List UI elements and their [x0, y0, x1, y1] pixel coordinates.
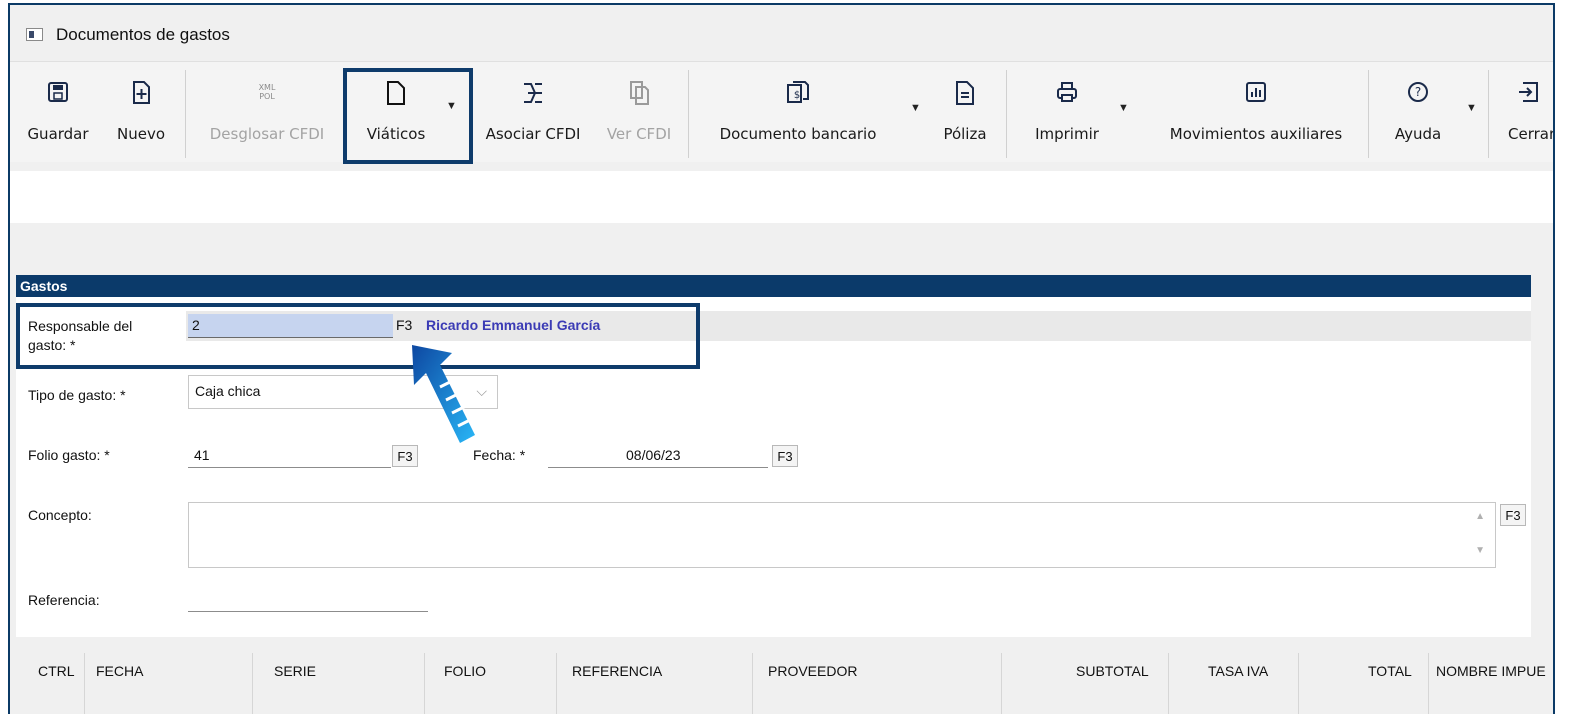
col-divider	[84, 653, 85, 714]
window-icon	[26, 28, 43, 41]
col-divider	[252, 653, 253, 714]
new-label: Nuevo	[116, 125, 165, 143]
col-folio[interactable]: FOLIO	[444, 663, 486, 679]
col-fecha[interactable]: FECHA	[96, 663, 143, 679]
ayuda-button[interactable]: ? Ayuda	[1378, 62, 1458, 162]
asociar-cfdi-button[interactable]: Asociar CFDI	[474, 62, 592, 162]
col-ctrl[interactable]: CTRL	[38, 663, 75, 679]
ver-cfdi-button[interactable]: Ver CFDI	[594, 62, 684, 162]
tipo-gasto-value: Caja chica	[195, 383, 261, 399]
svg-text:POL: POL	[259, 92, 275, 101]
save-label: Guardar	[27, 125, 89, 143]
svg-text:?: ?	[1415, 85, 1421, 99]
col-divider	[424, 653, 425, 714]
folio-gasto-label: Folio gasto: *	[28, 447, 110, 463]
ayuda-dropdown-icon[interactable]: ▼	[1466, 102, 1477, 114]
toolbar-separator	[1488, 70, 1489, 158]
folio-gasto-input[interactable]: 41	[188, 445, 391, 468]
referencia-label: Referencia:	[28, 592, 100, 608]
responsable-highlight	[16, 303, 700, 369]
table-header: CTRL FECHA SERIE FOLIO REFERENCIA PROVEE…	[16, 645, 1551, 714]
chart-icon	[1246, 82, 1266, 102]
help-icon: ?	[1408, 82, 1428, 102]
exit-icon	[1519, 82, 1538, 102]
copy-icon	[630, 81, 649, 105]
cerrar-button[interactable]: Cerrar	[1498, 62, 1555, 162]
col-divider	[1168, 653, 1169, 714]
desglosar-cfdi-label: Desglosar CFDI	[209, 125, 325, 143]
col-proveedor[interactable]: PROVEEDOR	[768, 663, 857, 679]
scroll-up-icon[interactable]: ▲	[1475, 511, 1485, 522]
fecha-value: 08/06/23	[626, 447, 681, 463]
toolbar: Guardar Nuevo XML POL Desglosar CFDI Viát…	[10, 61, 1555, 164]
policy-icon	[956, 81, 974, 105]
documento-bancario-dropdown-icon[interactable]: ▼	[910, 102, 921, 114]
gastos-form: Responsable del gasto: * 2 F3 Ricardo Em…	[16, 297, 1531, 637]
col-nombre-impuesto[interactable]: NOMBRE IMPUE	[1436, 663, 1546, 679]
toolbar-separator	[688, 70, 689, 158]
referencia-input[interactable]	[188, 589, 428, 612]
movimientos-auxiliares-button[interactable]: Movimientos auxiliares	[1145, 62, 1367, 162]
window-title: Documentos de gastos	[56, 25, 230, 44]
col-divider	[556, 653, 557, 714]
col-referencia[interactable]: REFERENCIA	[572, 663, 662, 679]
pointer-arrow-icon	[412, 345, 475, 443]
documento-bancario-button[interactable]: $ Documento bancario	[694, 62, 902, 162]
xml-pol-icon: XMLPOL	[259, 83, 276, 101]
link-icon	[524, 83, 542, 103]
bank-doc-icon: $	[787, 81, 809, 103]
imprimir-button[interactable]: Imprimir	[1022, 62, 1112, 162]
scroll-down-icon[interactable]: ▼	[1475, 545, 1485, 556]
ver-cfdi-label: Ver CFDI	[606, 125, 672, 143]
col-divider	[1298, 653, 1299, 714]
fecha-input[interactable]: 08/06/23	[548, 445, 768, 468]
printer-icon	[1057, 82, 1077, 102]
desglosar-cfdi-button[interactable]: XML POL Desglosar CFDI	[192, 62, 342, 162]
info-strip	[10, 171, 1553, 223]
imprimir-label: Imprimir	[1035, 125, 1099, 143]
col-subtotal[interactable]: SUBTOTAL	[1076, 663, 1149, 679]
poliza-button[interactable]: Póliza	[930, 62, 1000, 162]
col-serie[interactable]: SERIE	[274, 663, 316, 679]
viaticos-highlight	[343, 68, 473, 164]
title-bar: Documentos de gastos	[10, 5, 1553, 61]
folio-gasto-value: 41	[194, 447, 210, 463]
ayuda-label: Ayuda	[1394, 125, 1442, 143]
imprimir-dropdown-icon[interactable]: ▼	[1118, 102, 1129, 114]
concepto-textarea[interactable]: ▲ ▼	[188, 502, 1496, 568]
col-divider	[1428, 653, 1429, 714]
new-doc-icon	[133, 81, 150, 104]
asociar-cfdi-label: Asociar CFDI	[485, 125, 581, 143]
toolbar-separator	[1006, 70, 1007, 158]
toolbar-separator	[185, 70, 186, 158]
window: Documentos de gastos Guardar Nuevo XML PO…	[8, 3, 1555, 714]
toolbar-separator	[1368, 70, 1369, 158]
concepto-label: Concepto:	[28, 507, 92, 523]
col-tasa-iva[interactable]: TASA IVA	[1208, 663, 1268, 679]
cerrar-label: Cerrar	[1508, 125, 1555, 143]
section-gastos-header: Gastos	[16, 275, 1531, 297]
col-total[interactable]: TOTAL	[1368, 663, 1412, 679]
movimientos-auxiliares-label: Movimientos auxiliares	[1169, 125, 1343, 143]
svg-text:$: $	[794, 90, 800, 101]
poliza-label: Póliza	[943, 125, 987, 143]
svg-text:XML: XML	[259, 83, 276, 92]
documento-bancario-label: Documento bancario	[719, 125, 877, 143]
save-icon	[48, 82, 68, 102]
concepto-f3-button[interactable]: F3	[1500, 504, 1526, 526]
col-divider	[752, 653, 753, 714]
save-button[interactable]: Guardar	[18, 62, 98, 162]
col-divider	[1001, 653, 1002, 714]
fecha-f3-button[interactable]: F3	[772, 445, 798, 467]
tipo-gasto-label: Tipo de gasto: *	[28, 387, 126, 403]
new-button[interactable]: Nuevo	[106, 62, 176, 162]
